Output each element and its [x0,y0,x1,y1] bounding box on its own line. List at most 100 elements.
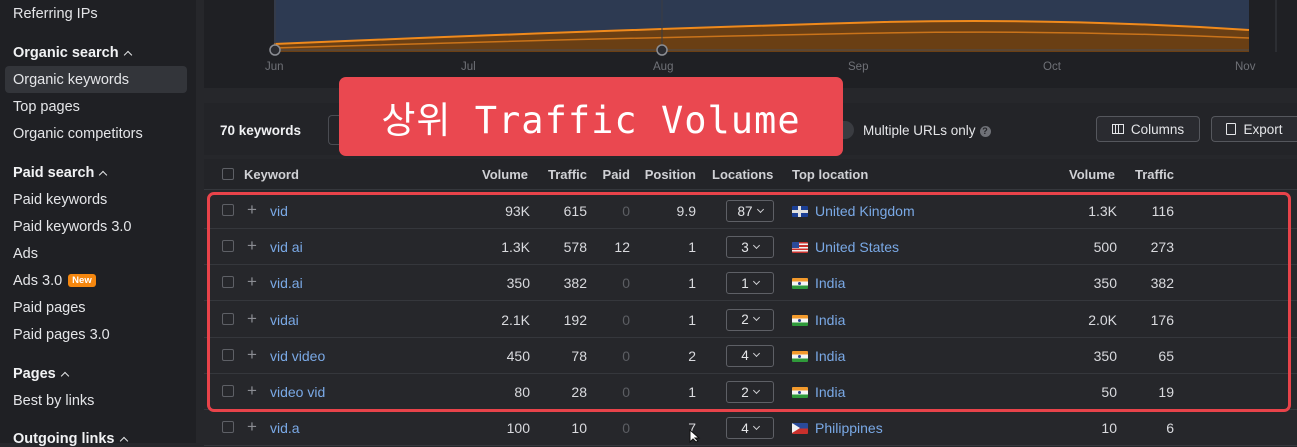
add-keyword-icon[interactable]: + [247,273,257,290]
sidebar-item-top-pages[interactable]: Top pages [13,99,80,115]
annotation-banner: 상위 Traffic Volume [339,77,843,156]
axis-label-aug: Aug [653,61,674,73]
tl-traffic-cell: 273 [1150,239,1174,256]
traffic-cell: 615 [563,203,587,219]
sidebar-heading-label: Outgoing links [13,431,115,447]
axis-label-sep: Sep [848,61,869,73]
tl-traffic-cell: 116 [1151,203,1174,219]
col-header-keyword[interactable]: Keyword [244,167,299,182]
flag-in-icon [792,314,808,326]
table-row[interactable]: + vid ai 1.3K 578 12 1 3 United States 500 273 [204,229,1297,266]
keyword-link[interactable]: vid ai [270,239,303,255]
row-checkbox[interactable] [222,312,234,325]
sidebar-heading-outgoing-links[interactable]: Outgoing links [13,431,128,447]
volume-cell: 1.3K [501,239,530,256]
add-keyword-icon[interactable]: + [247,346,257,363]
top-location-link[interactable]: United States [815,239,899,255]
mouse-cursor-icon [689,429,701,443]
sidebar-item-paid-keywords[interactable]: Paid keywords [13,192,107,208]
sidebar-item-organic-competitors[interactable]: Organic competitors [13,126,143,142]
axis-label-jul: Jul [461,61,476,73]
row-checkbox[interactable] [222,204,234,216]
position-cell: 2 [688,347,696,364]
table-row[interactable]: + video vid 80 28 0 1 2 India 50 19 [204,374,1297,410]
sidebar-item-paid-pages-3[interactable]: Paid pages 3.0 [13,327,110,343]
sidebar-heading-pages[interactable]: Pages [13,366,69,382]
row-checkbox[interactable] [222,240,234,253]
row-checkbox[interactable] [222,385,234,397]
top-location-link[interactable]: United Kingdom [815,203,915,219]
top-location-link[interactable]: India [815,275,845,291]
col-header-tl-volume[interactable]: Volume [1054,167,1115,182]
locations-dropdown[interactable]: 2 [726,308,774,331]
locations-dropdown[interactable]: 3 [726,236,774,259]
multiple-urls-text: Multiple URLs only [863,123,976,138]
flag-in-icon [792,350,808,362]
sidebar-item-ads-3[interactable]: Ads 3.0 New [13,273,96,289]
row-checkbox[interactable] [222,276,234,289]
select-all-checkbox[interactable] [222,168,234,180]
sidebar-item-paid-keywords-3[interactable]: Paid keywords 3.0 [13,219,131,235]
locations-dropdown[interactable]: 4 [726,417,774,440]
position-cell: 7 [688,420,696,437]
add-keyword-icon[interactable]: + [247,310,257,327]
traffic-cell: 10 [571,420,587,437]
add-keyword-icon[interactable]: + [247,201,257,218]
row-checkbox[interactable] [222,348,234,361]
paid-cell: 0 [622,420,630,437]
sidebar-item-best-by-links[interactable]: Best by links [13,393,94,409]
col-header-paid[interactable]: Paid [594,167,630,182]
traffic-chart[interactable] [204,0,1297,88]
sidebar-heading-paid-search[interactable]: Paid search [13,165,108,181]
flag-ph-icon [792,423,808,435]
sidebar-heading-organic-search[interactable]: Organic search [13,45,132,61]
col-header-locations[interactable]: Locations [712,167,773,182]
keyword-link[interactable]: vid.ai [270,275,303,291]
traffic-cell: 382 [563,275,587,292]
locations-dropdown[interactable]: 2 [726,381,774,403]
top-location-link[interactable]: India [815,384,845,400]
top-location-link[interactable]: India [815,348,845,364]
keyword-link[interactable]: vidai [270,312,299,328]
col-header-tl-traffic[interactable]: Traffic [1124,167,1174,182]
locations-count: 1 [741,275,749,291]
export-button[interactable]: Export [1211,116,1297,142]
sidebar-item-paid-pages[interactable]: Paid pages [13,300,86,316]
keyword-link[interactable]: vid [270,203,288,219]
tl-traffic-cell: 65 [1158,347,1174,364]
axis-label-nov: Nov [1235,61,1256,73]
col-header-volume[interactable]: Volume [474,167,528,182]
table-row[interactable]: + vid.ai 350 382 0 1 1 India 350 382 [204,265,1297,302]
help-icon[interactable]: ? [979,126,991,137]
keyword-link[interactable]: vid video [270,348,325,364]
locations-dropdown[interactable]: 4 [726,344,774,367]
chevron-up-icon [99,170,108,180]
keyword-link[interactable]: vid.a [270,420,300,436]
row-checkbox[interactable] [222,421,234,434]
sidebar-item-referring-ips[interactable]: Referring IPs [13,6,98,22]
tl-traffic-cell: 382 [1150,275,1174,292]
chevron-down-icon [752,277,760,285]
locations-dropdown[interactable]: 1 [726,272,774,295]
add-keyword-icon[interactable]: + [247,237,257,254]
col-header-position[interactable]: Position [636,167,696,182]
table-row[interactable]: + vidai 2.1K 192 0 1 2 India 2.0K 176 [204,302,1297,338]
add-keyword-icon[interactable]: + [247,382,257,399]
col-header-traffic[interactable]: Traffic [534,167,587,182]
sidebar-item-organic-keywords[interactable]: Organic keywords [13,72,129,88]
columns-button[interactable]: Columns [1096,116,1200,142]
sidebar-item-ads[interactable]: Ads [13,246,38,262]
keyword-link[interactable]: video vid [270,384,325,400]
col-header-top-location[interactable]: Top location [792,167,868,182]
table-row[interactable]: + vid.a 100 10 0 7 4 Philippines 10 6 [204,410,1297,447]
chevron-up-icon [123,50,132,60]
add-keyword-icon[interactable]: + [247,418,257,435]
locations-dropdown[interactable]: 87 [726,200,774,222]
chevron-up-icon [119,436,128,446]
top-location-link[interactable]: India [815,312,845,328]
table-row[interactable]: + vid video 450 78 0 2 4 India 350 65 [204,338,1297,374]
top-location-link[interactable]: Philippines [815,420,883,436]
chevron-down-icon [752,314,760,322]
table-row[interactable]: + vid 93K 615 0 9.9 87 United Kingdom 1.3K 116 [204,193,1297,229]
paid-cell: 0 [622,384,630,400]
